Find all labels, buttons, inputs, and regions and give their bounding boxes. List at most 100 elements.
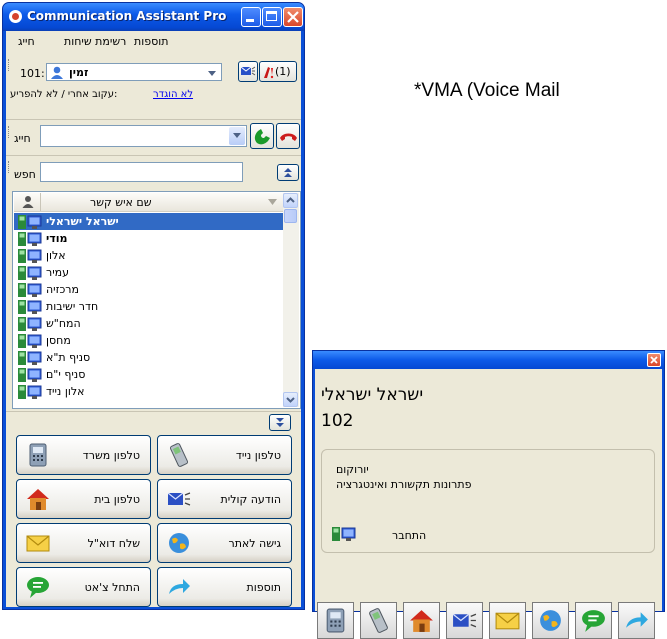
- home-phone-button[interactable]: טלפון בית: [16, 479, 151, 519]
- toolbar-grip[interactable]: [8, 59, 12, 71]
- list-item[interactable]: מודי: [14, 230, 286, 247]
- list-item[interactable]: ישראל ישראלי: [14, 213, 286, 230]
- maximize-button[interactable]: [262, 7, 282, 27]
- call-button[interactable]: [250, 123, 274, 149]
- close-button[interactable]: [283, 7, 303, 27]
- contact-status-icon: [18, 232, 42, 246]
- list-item[interactable]: אלון: [14, 247, 286, 264]
- popup-extension: 102: [321, 411, 354, 431]
- scroll-up-button[interactable]: [283, 193, 298, 208]
- home-icon: [410, 610, 433, 632]
- title-bar[interactable]: Communication Assistant Pro: [3, 3, 304, 31]
- column-header-icon[interactable]: [16, 193, 41, 211]
- close-icon: [650, 356, 658, 364]
- mobile-phone-button[interactable]: טלפון נייד: [157, 435, 292, 475]
- annotation-text: *VMA (Voice Mail: [414, 80, 560, 101]
- contact-status-icon: [18, 317, 42, 331]
- scroll-thumb[interactable]: [284, 209, 297, 223]
- menu-item-dial[interactable]: חייג: [18, 35, 35, 48]
- presence-status-value: זמין: [69, 66, 89, 79]
- contact-status-icon: [18, 283, 42, 297]
- extras-label: תוספות: [246, 581, 281, 594]
- separator: [6, 411, 301, 412]
- presence-status-dropdown[interactable]: זמין: [46, 63, 222, 81]
- expand-down-button[interactable]: [269, 414, 291, 431]
- list-item[interactable]: מחסן: [14, 332, 286, 349]
- contact-status-icon: [18, 385, 42, 399]
- popup-title-bar[interactable]: [313, 351, 664, 369]
- contact-status-icon: [18, 368, 42, 382]
- envelope-icon: [26, 535, 50, 552]
- popup-home-phone-button[interactable]: [403, 602, 440, 639]
- contact-name: המח"ש: [46, 317, 81, 330]
- contact-name: ישראל ישראלי: [46, 215, 119, 228]
- toolbar-grip[interactable]: [8, 161, 12, 173]
- list-item[interactable]: עמיר: [14, 264, 286, 281]
- voice-message-button[interactable]: הודעה קולית: [157, 479, 292, 519]
- minimize-button[interactable]: [241, 7, 261, 27]
- list-item[interactable]: אלון נייד: [14, 383, 286, 400]
- extension-number: 101:: [20, 67, 45, 80]
- contact-name: חדר ישיבות: [46, 300, 99, 313]
- missed-call-icon: [264, 67, 274, 79]
- start-chat-button[interactable]: התחל צ'אט: [16, 567, 151, 607]
- home-phone-label: טלפון בית: [94, 493, 140, 506]
- collapse-up-button[interactable]: [277, 164, 299, 181]
- popup-send-email-button[interactable]: [489, 602, 526, 639]
- chevron-down-icon: [286, 397, 295, 403]
- popup-office-phone-button[interactable]: [317, 602, 354, 639]
- search-label: חפש: [14, 168, 36, 181]
- curved-arrow-icon: [169, 579, 190, 594]
- separator: [6, 155, 301, 156]
- office-phone-button[interactable]: טלפון משרד: [16, 435, 151, 475]
- vertical-scrollbar[interactable]: [283, 193, 299, 407]
- list-item[interactable]: חדר ישיבות: [14, 298, 286, 315]
- contact-name: אלון: [46, 249, 66, 262]
- globe-icon: [169, 533, 189, 553]
- menu-item-call-list[interactable]: רשימת שיחות: [64, 35, 126, 48]
- popup-extras-button[interactable]: [618, 602, 655, 639]
- window-title: Communication Assistant Pro: [27, 9, 227, 23]
- contact-status-icon: [18, 300, 42, 314]
- send-email-button[interactable]: שלח דוא"ל: [16, 523, 151, 563]
- list-item[interactable]: סניף י"ם: [14, 366, 286, 383]
- contact-name: עמיר: [46, 266, 70, 279]
- popup-mobile-phone-button[interactable]: [360, 602, 397, 639]
- list-item[interactable]: סניף ת"א: [14, 349, 286, 366]
- office-phone-icon: [326, 608, 345, 633]
- list-item[interactable]: מרכזיה: [14, 281, 286, 298]
- office-phone-label: טלפון משרד: [82, 449, 140, 462]
- dial-number-combobox[interactable]: [40, 125, 247, 147]
- person-icon: [22, 196, 34, 208]
- popup-website-button[interactable]: [532, 602, 569, 639]
- popup-close-button[interactable]: [647, 353, 661, 367]
- extras-button[interactable]: תוספות: [157, 567, 292, 607]
- website-button[interactable]: גישה לאתר: [157, 523, 292, 563]
- red-phone-icon: [280, 133, 297, 141]
- list-item[interactable]: המח"ש: [14, 315, 286, 332]
- missed-calls-button[interactable]: (1): [259, 61, 297, 82]
- popup-voice-message-button[interactable]: [446, 602, 483, 639]
- forward-label: עקוב אחרי / לא להפריע:: [10, 89, 118, 100]
- chevron-down-icon: [229, 127, 245, 145]
- popup-status: התחבר: [392, 529, 427, 542]
- scroll-down-button[interactable]: [283, 392, 298, 407]
- contact-name: אלון נייד: [46, 385, 85, 398]
- app-logo-icon: [9, 10, 22, 23]
- contact-status-icon: [332, 527, 356, 541]
- voicemail-button[interactable]: [238, 61, 258, 82]
- hangup-button[interactable]: [276, 123, 300, 149]
- forward-link[interactable]: לא הוגדר: [153, 89, 193, 100]
- close-icon: [287, 11, 299, 23]
- double-chevron-up-icon: [284, 168, 292, 177]
- column-header-contact-name[interactable]: שם איש קשר: [42, 193, 284, 211]
- main-window: Communication Assistant Pro תוספות רשימת…: [2, 2, 305, 610]
- contacts-list[interactable]: שם איש קשר ישראל ישראלי מודי אלון עמיר מרכזי…: [12, 191, 301, 409]
- contact-name: מודי: [46, 232, 68, 245]
- popup-start-chat-button[interactable]: [575, 602, 612, 639]
- separator: [6, 119, 301, 120]
- search-input[interactable]: [40, 162, 243, 182]
- mobile-phone-icon: [369, 608, 388, 633]
- menu-item-extras[interactable]: תוספות: [134, 35, 168, 48]
- toolbar-grip[interactable]: [8, 126, 12, 138]
